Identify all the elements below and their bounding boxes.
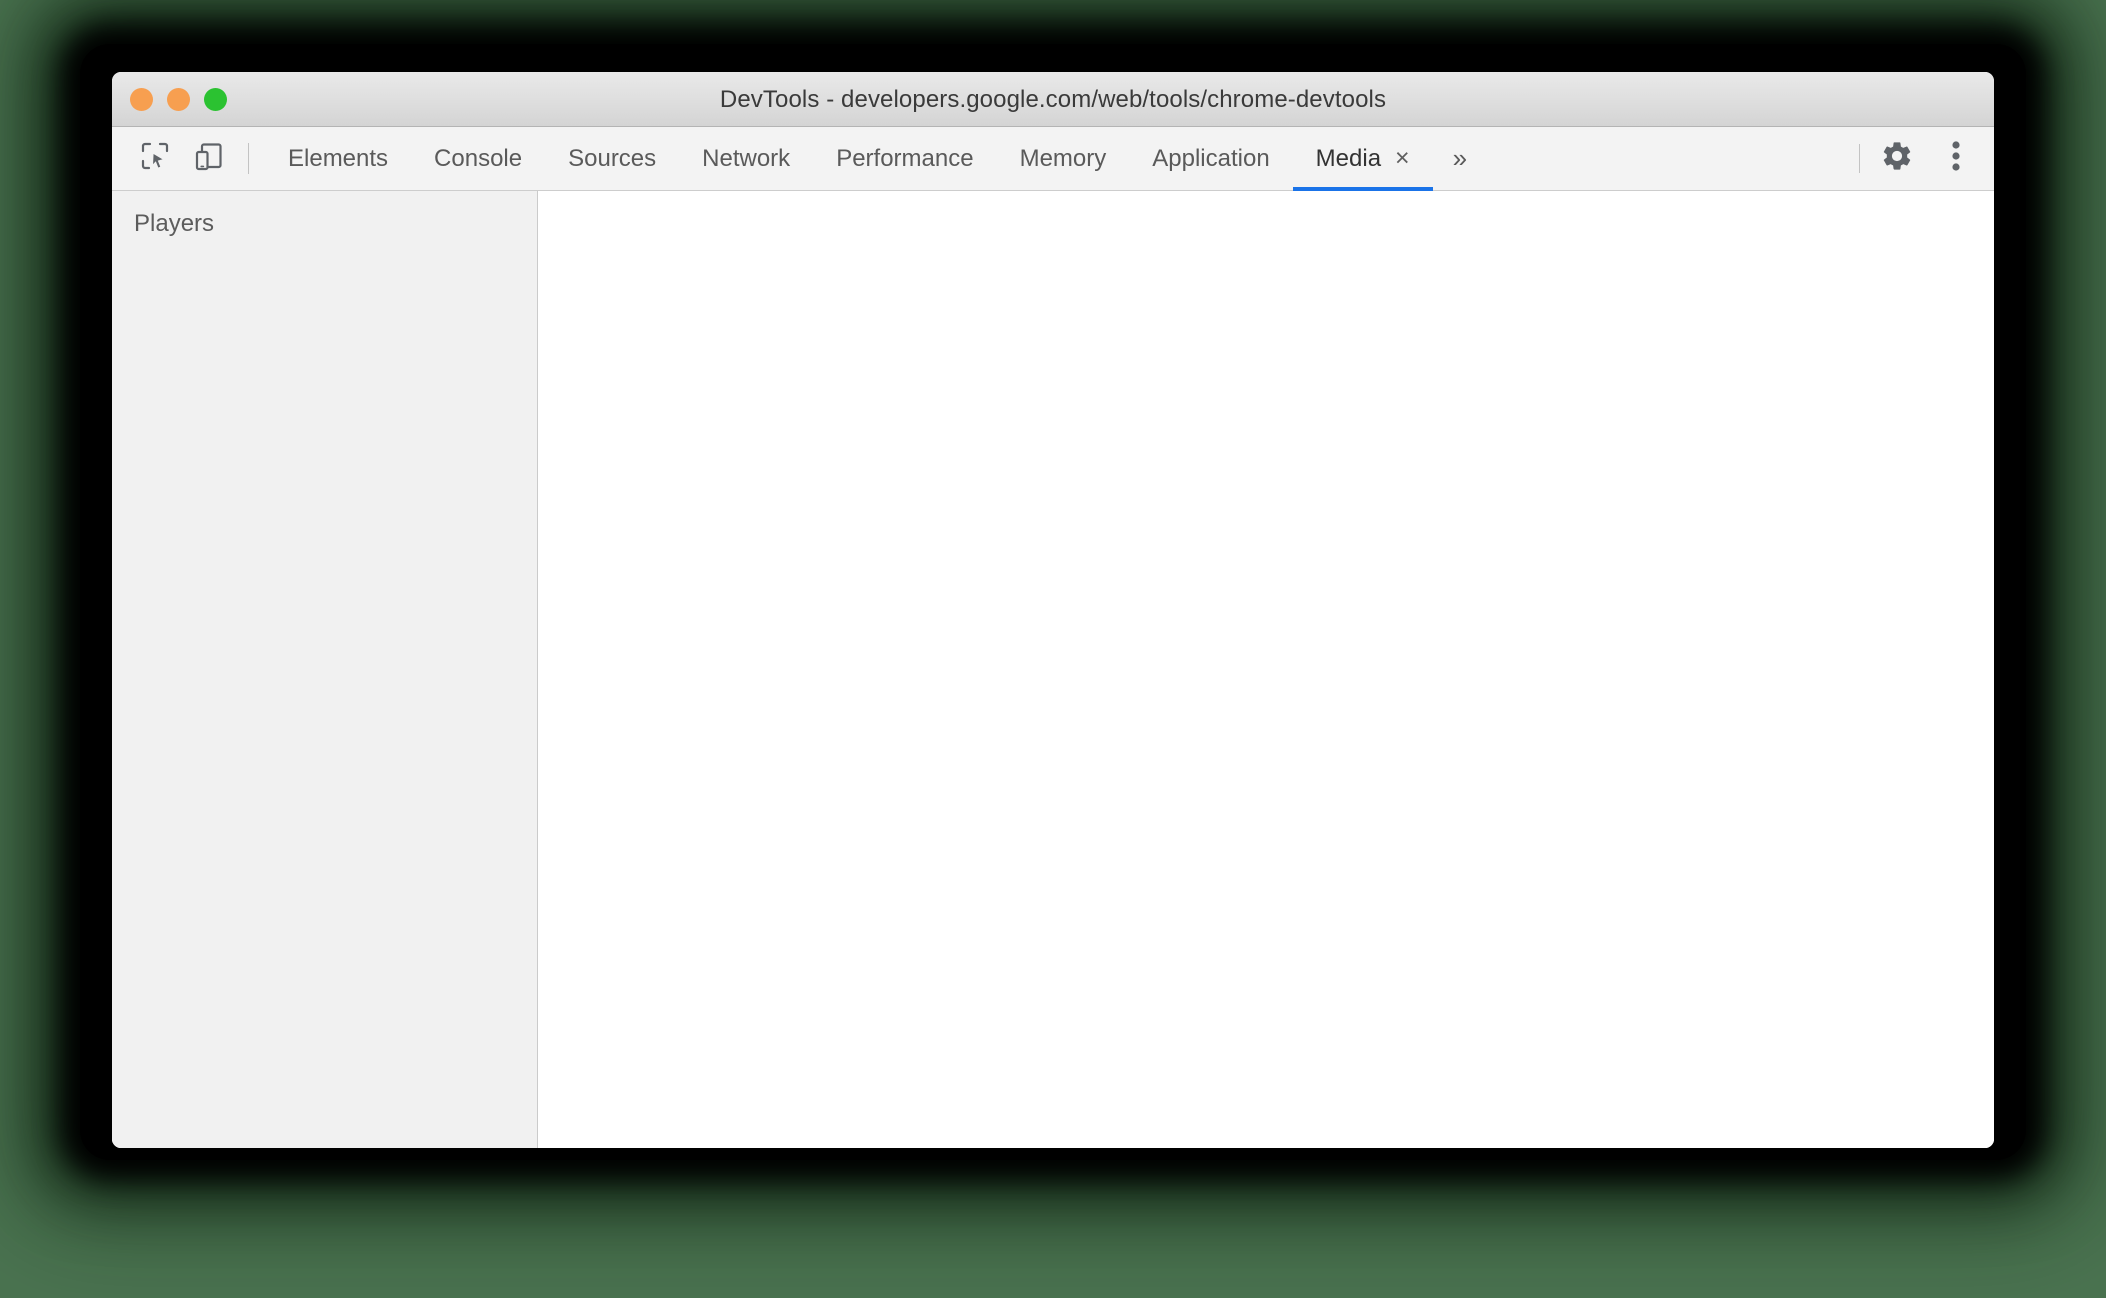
tab-media[interactable]: Media ×: [1292, 127, 1433, 191]
tab-label: Memory: [1019, 144, 1107, 172]
tab-network[interactable]: Network: [679, 127, 813, 190]
gear-icon: [1880, 139, 1914, 178]
settings-button[interactable]: [1866, 127, 1928, 190]
minimize-window-button[interactable]: [167, 87, 190, 111]
tab-application[interactable]: Application: [1129, 127, 1292, 190]
window-title-bar: DevTools - developers.google.com/web/too…: [112, 72, 1994, 127]
tab-label: Network: [702, 144, 791, 172]
window-title: DevTools - developers.google.com/web/too…: [719, 85, 1387, 113]
toggle-device-toolbar-button[interactable]: [182, 127, 236, 190]
tab-memory[interactable]: Memory: [997, 127, 1130, 190]
more-options-button[interactable]: [1928, 127, 1984, 190]
tab-elements[interactable]: Elements: [265, 127, 411, 190]
close-window-button[interactable]: [130, 87, 153, 111]
tab-label: Elements: [288, 144, 389, 172]
inspect-element-button[interactable]: [128, 127, 182, 190]
toolbar-divider-right: [1859, 144, 1860, 173]
tab-performance[interactable]: Performance: [813, 127, 996, 190]
three-dot-menu-icon: [1951, 139, 1961, 178]
media-panel: Players: [112, 191, 1994, 1148]
close-icon[interactable]: ×: [1395, 146, 1410, 171]
tab-label: Media: [1315, 144, 1382, 172]
maximize-window-button[interactable]: [204, 87, 227, 111]
tab-label: Application: [1152, 144, 1270, 172]
media-detail-pane: [538, 191, 1994, 1148]
tab-label: Performance: [836, 144, 974, 172]
tab-sources[interactable]: Sources: [545, 127, 679, 190]
players-sidebar: Players: [112, 191, 538, 1148]
tab-console[interactable]: Console: [411, 127, 545, 190]
device-toggle-icon: [193, 140, 225, 177]
tab-label: Sources: [568, 144, 657, 172]
inspect-element-icon: [139, 140, 171, 177]
toolbar-right-controls: [1853, 127, 1994, 190]
tab-label: Console: [434, 144, 523, 172]
devtools-tab-strip: Elements Console Sources Network Perform…: [265, 127, 1433, 191]
devtools-window: DevTools - developers.google.com/web/too…: [112, 72, 1994, 1148]
toolbar-divider: [248, 143, 249, 174]
window-controls: [130, 72, 227, 126]
players-list-header: Players: [134, 210, 215, 237]
more-tabs-chevron-icon[interactable]: »: [1433, 127, 1487, 190]
devtools-toolbar: Elements Console Sources Network Perform…: [112, 127, 1994, 191]
